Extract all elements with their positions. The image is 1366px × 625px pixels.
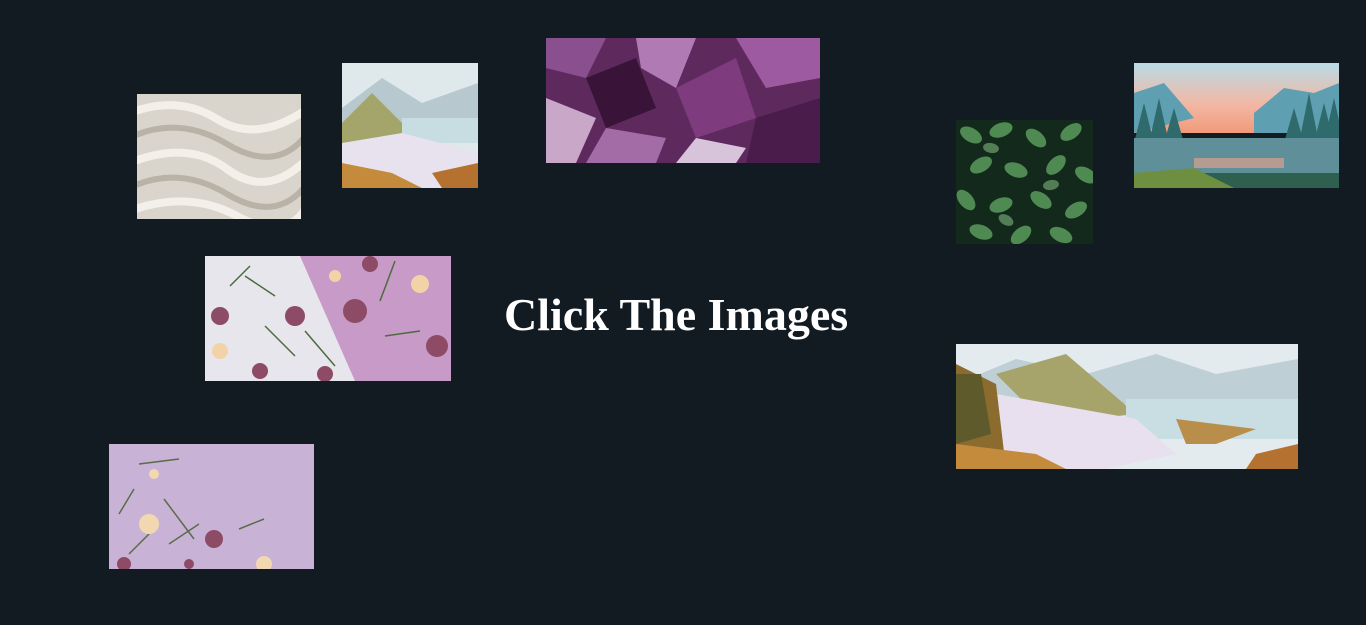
image-gallery: Click The Images: [0, 0, 1366, 625]
page-title: Click The Images: [504, 289, 849, 340]
sand-dunes-image[interactable]: [137, 94, 301, 219]
dried-flowers-split-image[interactable]: [205, 256, 451, 381]
dried-flowers-lilac-image[interactable]: [109, 444, 314, 569]
amethyst-image[interactable]: [546, 38, 820, 163]
forest-lake-image[interactable]: [1134, 63, 1339, 188]
green-leaves-image[interactable]: [956, 120, 1093, 244]
valley-painting-wide-image[interactable]: [956, 344, 1298, 469]
valley-painting-small-image[interactable]: [342, 63, 478, 188]
